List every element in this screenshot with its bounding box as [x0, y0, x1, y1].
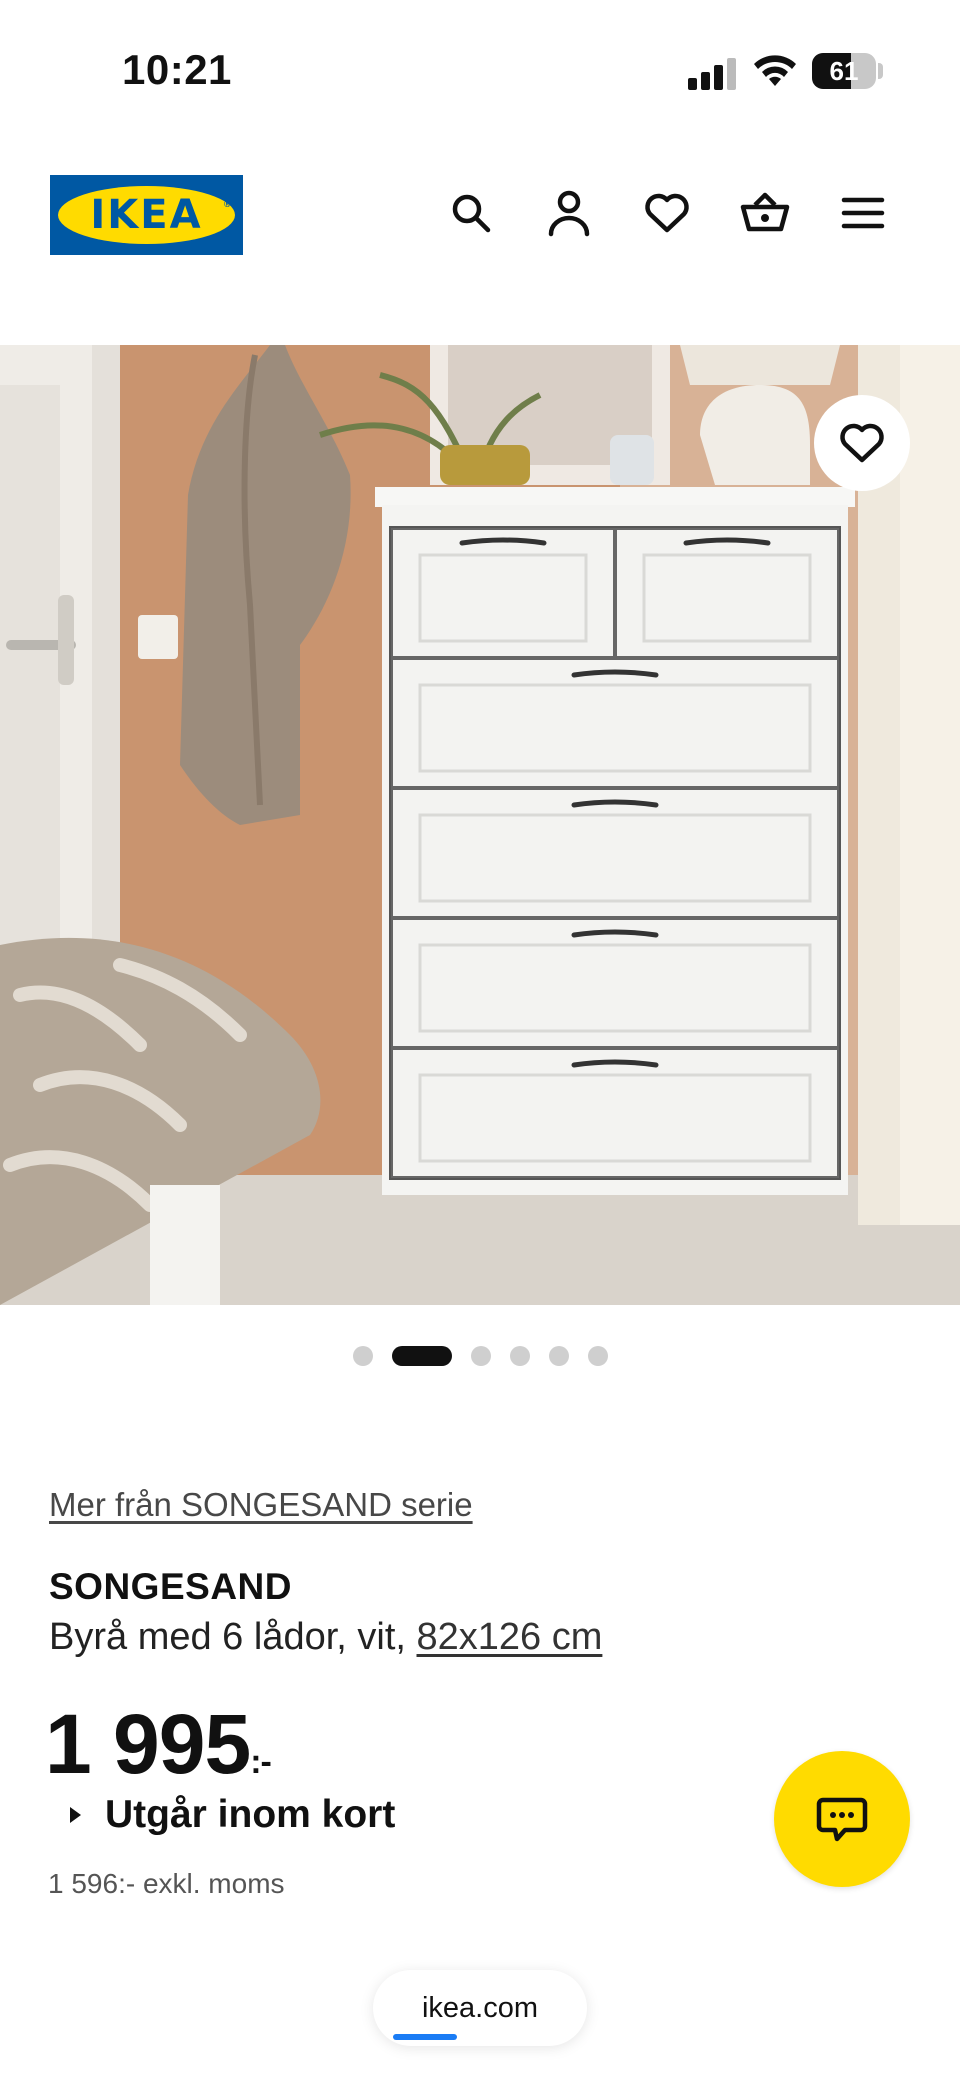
- carousel-dot[interactable]: [353, 1346, 373, 1366]
- price-suffix: :-: [250, 1743, 272, 1781]
- chat-button[interactable]: [774, 1751, 910, 1887]
- availability-toggle[interactable]: Utgår inom kort: [70, 1793, 395, 1837]
- carousel-dot[interactable]: [588, 1346, 608, 1366]
- carousel-dot[interactable]: [471, 1346, 491, 1366]
- page-load-progress: [393, 2034, 458, 2040]
- search-icon: [452, 194, 491, 233]
- carousel-indicator[interactable]: [0, 1344, 960, 1366]
- basket-icon: [740, 192, 790, 232]
- price-main: 1 995: [45, 1697, 251, 1791]
- carousel-dot[interactable]: [549, 1346, 569, 1366]
- status-time: 10:21: [122, 46, 232, 93]
- dresser-photo: [0, 345, 960, 1305]
- logo-registered-mark: ®: [224, 199, 231, 209]
- heart-icon: [840, 423, 884, 463]
- series-link[interactable]: Mer från SONGESAND serie: [49, 1486, 473, 1524]
- status-bar: 10:21 61: [0, 0, 960, 130]
- heart-icon: [645, 193, 689, 233]
- product-description: Byrå med 6 lådor, vit, 82x126 cm: [49, 1616, 602, 1659]
- search-button[interactable]: [443, 185, 499, 241]
- wifi-icon: [754, 55, 796, 86]
- product-image[interactable]: [0, 345, 960, 1305]
- menu-button[interactable]: [835, 185, 891, 241]
- favourites-button[interactable]: [639, 185, 695, 241]
- ikea-logo[interactable]: IKEA ®: [50, 175, 243, 255]
- product-name: SONGESAND: [49, 1566, 292, 1607]
- availability-text: Utgår inom kort: [105, 1793, 396, 1836]
- carousel-dot[interactable]: [510, 1346, 530, 1366]
- carousel-dot-active[interactable]: [392, 1346, 452, 1366]
- battery-level: 61: [829, 56, 859, 86]
- cellular-signal-icon: [688, 56, 738, 90]
- account-button[interactable]: [541, 185, 597, 241]
- chat-icon: [816, 1797, 868, 1842]
- add-to-favourites-button[interactable]: [814, 395, 910, 491]
- product-price: 1 995:-: [45, 1696, 272, 1793]
- account-icon: [548, 190, 590, 237]
- product-description-text: Byrå med 6 lådor, vit,: [49, 1616, 417, 1658]
- caret-right-icon: [70, 1807, 81, 1823]
- size-link[interactable]: 82x126 cm: [417, 1616, 603, 1658]
- battery-icon: 61: [812, 53, 876, 89]
- logo-wordmark: IKEA: [90, 192, 203, 238]
- menu-icon: [841, 197, 885, 229]
- price-ex-vat: 1 596:- exkl. moms: [48, 1868, 285, 1899]
- address-bar[interactable]: ikea.com: [373, 1970, 587, 2046]
- battery-tip: [878, 63, 883, 79]
- basket-button[interactable]: [737, 185, 793, 241]
